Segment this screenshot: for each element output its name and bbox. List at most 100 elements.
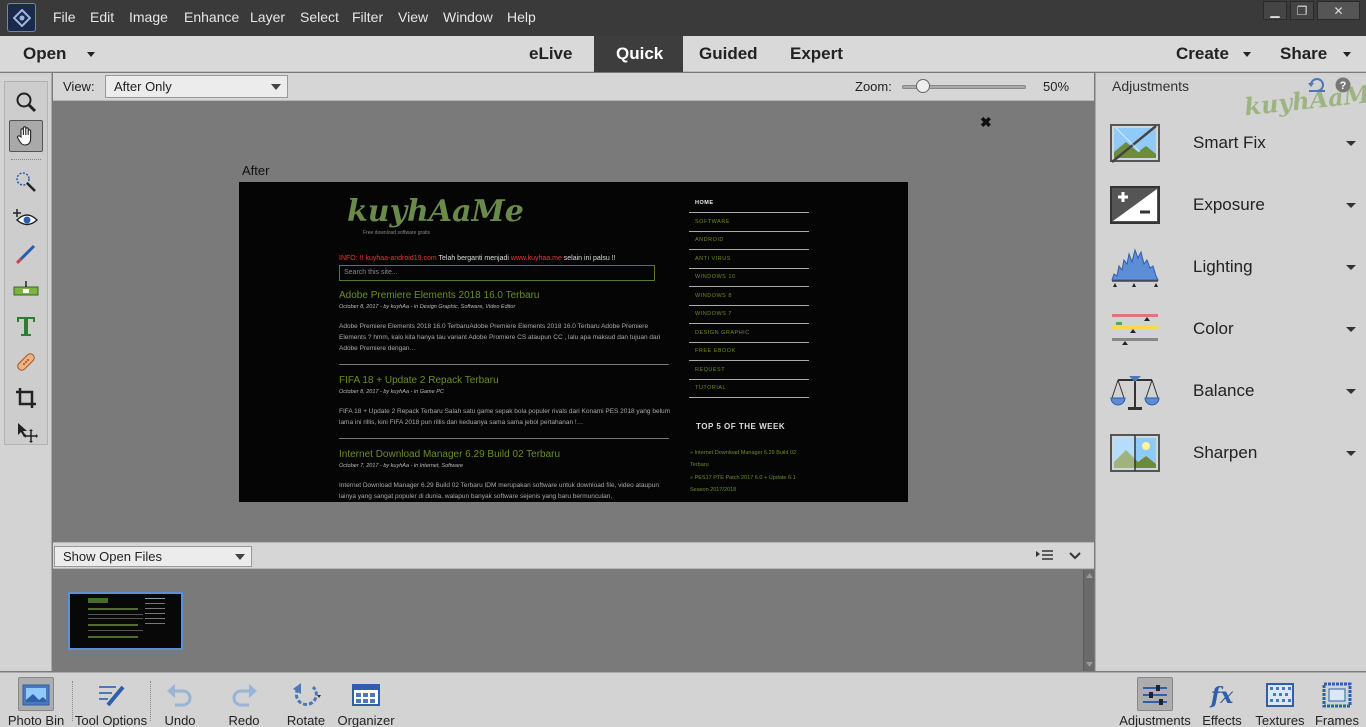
post-title: FIFA 18 + Update 2 Repack Terbaru xyxy=(339,375,499,386)
zoom-tool[interactable] xyxy=(9,86,43,118)
scroll-up-icon[interactable] xyxy=(1086,573,1093,578)
type-tool[interactable] xyxy=(9,310,43,342)
collapse-bin-icon[interactable] xyxy=(1069,551,1081,561)
adjustment-smart-fix[interactable]: Smart Fix xyxy=(1096,113,1366,173)
view-select[interactable]: After Only xyxy=(105,75,288,98)
textures-button[interactable]: Textures xyxy=(1252,673,1308,727)
menu-view[interactable]: View xyxy=(398,9,428,25)
bin-source-select[interactable]: Show Open Files xyxy=(54,546,252,567)
photo-thumbnail[interactable] xyxy=(68,592,183,650)
adjustments-panel: Adjustments kuyhAaMe ? Smart Fix Exposur… xyxy=(1095,73,1366,671)
preview-tagline: Free download software gratis xyxy=(363,230,430,236)
nav-divider xyxy=(689,268,809,269)
hand-tool[interactable] xyxy=(9,120,43,152)
taskbar-label: Frames xyxy=(1314,713,1360,727)
minimize-button[interactable]: ▁ xyxy=(1263,1,1287,20)
menu-select[interactable]: Select xyxy=(300,9,339,25)
post-meta: October 8, 2017 - by kuyhAa - in Game PC xyxy=(339,389,444,395)
tool-options-icon xyxy=(99,685,125,707)
thumbnail-image xyxy=(88,598,165,638)
straighten-tool[interactable] xyxy=(9,274,43,306)
adjustment-color[interactable]: Color xyxy=(1096,299,1366,359)
photo-bin-button[interactable]: Photo Bin xyxy=(4,673,68,727)
close-button[interactable]: ✕ xyxy=(1317,1,1360,20)
nav-divider xyxy=(689,342,809,343)
nav-divider xyxy=(689,305,809,306)
help-icon[interactable]: ? xyxy=(1335,77,1351,93)
scroll-down-icon[interactable] xyxy=(1086,662,1093,667)
adjustment-lighting[interactable]: Lighting xyxy=(1096,237,1366,297)
adjustment-exposure[interactable]: Exposure xyxy=(1096,175,1366,235)
taskbar-label: Textures xyxy=(1255,713,1305,727)
chevron-down-icon xyxy=(1346,451,1356,456)
undo-icon xyxy=(167,684,192,707)
tab-elive[interactable]: eLive xyxy=(529,44,572,64)
move-icon xyxy=(18,423,38,443)
whiten-teeth-tool[interactable] xyxy=(9,238,43,270)
taskbar-label: Rotate xyxy=(286,713,326,727)
tab-quick[interactable]: Quick xyxy=(594,36,683,72)
bin-source-value: Show Open Files xyxy=(63,549,162,564)
open-label[interactable]: Open xyxy=(23,44,66,64)
bin-options-icon[interactable] xyxy=(1036,550,1054,562)
taskbar-label: Organizer xyxy=(337,713,395,727)
nav-divider xyxy=(689,323,809,324)
document-image[interactable]: kuyhAaMe Free download software gratis I… xyxy=(239,182,908,502)
create-label[interactable]: Create xyxy=(1176,44,1229,64)
rotate-button[interactable]: Rotate xyxy=(280,673,332,727)
adjustments-button[interactable]: Adjustments xyxy=(1118,673,1192,727)
post-meta: October 8, 2017 - by kuyhAa - in Design … xyxy=(339,304,516,310)
restore-button[interactable]: ❐ xyxy=(1290,1,1314,20)
view-options-bar: View: After Only Zoom: 50% xyxy=(53,73,1094,101)
notice-new-domain: www.kuyhaa.me xyxy=(510,255,562,262)
side-heading: TOP 5 OF THE WEEK xyxy=(696,422,786,431)
share-label[interactable]: Share xyxy=(1280,44,1327,64)
adjustment-label: Sharpen xyxy=(1193,443,1258,462)
adjustment-sharpen[interactable]: Sharpen xyxy=(1096,423,1366,483)
zoom-slider-thumb[interactable] xyxy=(916,79,931,93)
move-tool[interactable] xyxy=(9,416,43,448)
close-icon[interactable]: ✖ xyxy=(980,114,992,131)
tab-guided[interactable]: Guided xyxy=(699,44,758,64)
menu-enhance[interactable]: Enhance xyxy=(184,9,239,25)
effects-button[interactable]: fx Effects xyxy=(1196,673,1248,727)
menu-filter[interactable]: Filter xyxy=(352,9,383,25)
post-divider xyxy=(339,364,669,365)
tool-options-button[interactable]: Tool Options xyxy=(74,673,148,727)
open-dropdown-icon[interactable] xyxy=(87,52,95,57)
taskbar-label: Effects xyxy=(1202,713,1242,727)
menu-help[interactable]: Help xyxy=(507,9,536,25)
menu-edit[interactable]: Edit xyxy=(90,9,114,25)
view-label: View: xyxy=(63,79,95,94)
undo-button[interactable]: Undo xyxy=(157,673,203,727)
taskbar: Photo Bin Tool Options Undo Redo Rotate … xyxy=(0,672,1366,727)
redo-button[interactable]: Redo xyxy=(222,673,266,727)
smart-fix-icon xyxy=(1110,124,1160,163)
tab-expert[interactable]: Expert xyxy=(790,44,843,64)
adjustment-balance[interactable]: Balance xyxy=(1096,361,1366,421)
photo-bin xyxy=(53,570,1094,671)
nav-link: DESIGN GRAPHIC xyxy=(695,330,750,336)
canvas-area[interactable]: After kuyhAaMe Free download software gr… xyxy=(53,102,1094,541)
nav-link: SOFTWARE xyxy=(695,219,730,225)
menu-window[interactable]: Window xyxy=(443,9,493,25)
adjustment-label: Exposure xyxy=(1193,195,1265,214)
bin-scrollbar[interactable] xyxy=(1083,570,1094,671)
quick-selection-tool[interactable] xyxy=(9,166,43,198)
menu-bar: File Edit Image Enhance Layer Select Fil… xyxy=(0,0,1366,36)
preview-search-box: Search this site... xyxy=(339,265,655,281)
menu-file[interactable]: File xyxy=(53,9,76,25)
menu-layer[interactable]: Layer xyxy=(250,9,285,25)
spot-healing-tool[interactable] xyxy=(9,346,43,378)
menu-image[interactable]: Image xyxy=(129,9,168,25)
crop-tool[interactable] xyxy=(9,382,43,414)
nav-divider xyxy=(689,379,809,380)
organizer-button[interactable]: Organizer xyxy=(336,673,396,727)
red-eye-tool[interactable] xyxy=(9,202,43,234)
reset-icon[interactable] xyxy=(1308,77,1326,93)
zoom-value[interactable]: 50% xyxy=(1043,79,1069,94)
post-excerpt: Internet Download Manager 6.29 Build 02 … xyxy=(339,482,660,500)
frames-button[interactable]: Frames xyxy=(1312,673,1362,727)
create-dropdown-icon[interactable] xyxy=(1243,52,1251,57)
share-dropdown-icon[interactable] xyxy=(1343,52,1351,57)
